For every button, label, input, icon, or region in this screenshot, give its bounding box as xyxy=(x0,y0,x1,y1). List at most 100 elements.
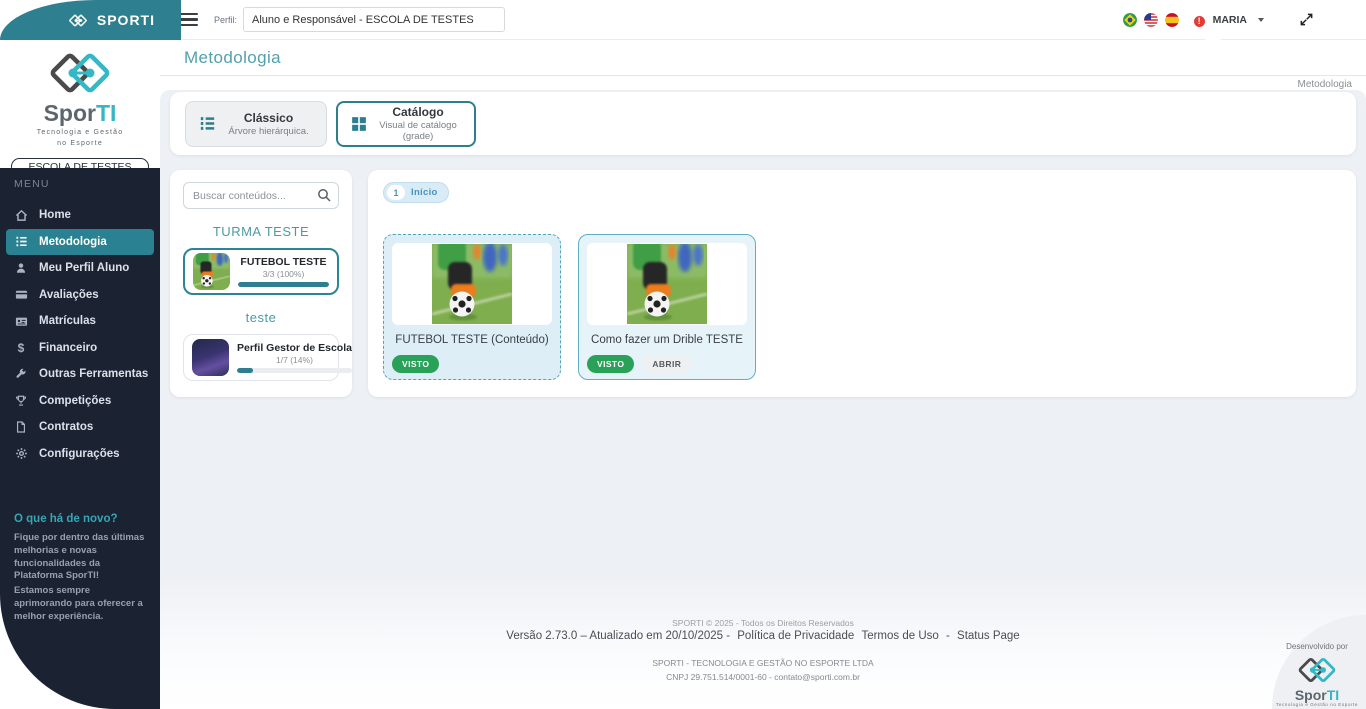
content-thumbnail xyxy=(193,253,230,290)
card-title: Como fazer um Drible TESTE xyxy=(591,334,743,346)
sporti-logo: SporTI Tecnologia e Gestão no Esporte xyxy=(0,46,160,149)
view-mode-title: Catálogo xyxy=(392,105,444,119)
sporti-logo-icon xyxy=(1297,657,1337,683)
whats-new-section: O que há de novo? Fique por dentro das ú… xyxy=(14,513,146,624)
developed-by: Desenvolvido por SporTI Tecnologia e Ges… xyxy=(1274,642,1360,707)
page-title: Metodologia xyxy=(184,47,282,67)
expand-icon[interactable] xyxy=(1299,12,1314,27)
progress-bar xyxy=(237,368,352,373)
grid-icon xyxy=(351,116,367,132)
dollar-icon: $ xyxy=(17,340,25,355)
footer-copyright: SPORTI © 2025 - Todos os Direitos Reserv… xyxy=(672,618,854,628)
menu-section-label: MENU xyxy=(14,178,50,190)
catalog-breadcrumb-chip[interactable]: 1 Início xyxy=(383,182,449,203)
status-badge: VISTO xyxy=(392,355,440,373)
notification-badge[interactable]: ! xyxy=(1192,14,1206,28)
list-icon xyxy=(14,235,28,249)
sidebar: SporTI Tecnologia e Gestão no Esporte ESC… xyxy=(0,0,160,709)
profile-select-input[interactable] xyxy=(243,7,506,32)
sidebar-item-meu-perfil-aluno[interactable]: Meu Perfil Aluno xyxy=(6,255,154,282)
view-mode-classic[interactable]: Clássico Árvore hierárquica. xyxy=(185,100,327,147)
topbar: Perfil: ! MARIA xyxy=(160,0,1366,40)
whats-new-text: Estamos sempre aprimorando para oferecer… xyxy=(14,585,143,622)
content-group-item[interactable]: FUTEBOL TESTE 3/3 (100%) xyxy=(183,248,339,295)
status-page-link[interactable]: Status Page xyxy=(957,630,1020,642)
content-item-progress-text: 3/3 (100%) xyxy=(262,269,305,279)
brand-name: SPORTI xyxy=(96,12,155,28)
privacy-policy-link[interactable]: Política de Privacidade xyxy=(737,630,854,642)
app-window: Clássico Árvore hierárquica. Catálogo Vi… xyxy=(0,0,1366,709)
catalog-card[interactable]: Como fazer um Drible TESTE VISTO ABRIR xyxy=(578,234,756,380)
whats-new-title: O que há de novo? xyxy=(14,513,118,525)
sidebar-item-outras-ferramentas[interactable]: Outras Ferramentas xyxy=(6,361,154,388)
terms-of-use-link[interactable]: Termos de Uso xyxy=(861,630,938,642)
sidebar-item-avaliacoes[interactable]: Avaliações xyxy=(6,282,154,309)
sporti-logo-icon xyxy=(43,46,117,100)
content-thumbnail xyxy=(192,339,229,376)
card-title: FUTEBOL TESTE (Conteúdo) xyxy=(395,334,549,346)
view-mode-subtitle: Árvore hierárquica. xyxy=(228,125,309,137)
user-icon xyxy=(14,261,28,275)
trophy-icon xyxy=(14,394,28,408)
catalog-card[interactable]: FUTEBOL TESTE (Conteúdo) VISTO xyxy=(383,234,561,380)
search-input[interactable] xyxy=(183,182,339,209)
sidebar-item-contratos[interactable]: Contratos xyxy=(6,414,154,441)
sporti-wordmark: SporTI xyxy=(1294,687,1340,703)
content-group-item[interactable]: Perfil Gestor de Escola 1/7 (14%) xyxy=(183,334,352,381)
gear-icon xyxy=(14,447,28,461)
breadcrumb: Metodologia xyxy=(1297,79,1352,90)
footer-separator: - xyxy=(946,630,950,642)
sidebar-item-metodologia[interactable]: Metodologia xyxy=(6,228,154,255)
list-icon xyxy=(199,115,216,132)
sporti-tagline: Tecnologia e Gestão no Esporte xyxy=(1275,702,1359,707)
search-icon xyxy=(317,188,331,202)
group-heading: teste xyxy=(245,310,277,325)
sidebar-item-home[interactable]: Home xyxy=(6,202,154,229)
usa-flag-icon[interactable] xyxy=(1143,12,1158,27)
card-icon xyxy=(14,288,28,302)
brazil-flag-icon[interactable] xyxy=(1122,12,1137,27)
view-mode-bar: Clássico Árvore hierárquica. Catálogo Vi… xyxy=(170,92,1356,155)
page-titlebar: Metodologia xyxy=(160,40,1366,76)
sidebar-item-competicoes[interactable]: Competições xyxy=(6,388,154,415)
document-icon xyxy=(14,420,28,434)
content-canvas: Clássico Árvore hierárquica. Catálogo Vi… xyxy=(160,90,1366,709)
content-item-progress-text: 1/7 (14%) xyxy=(276,355,313,365)
progress-bar xyxy=(238,282,329,287)
view-mode-catalog[interactable]: Catálogo Visual de catálogo (grade) xyxy=(336,100,476,147)
hamburger-menu-icon[interactable] xyxy=(180,10,200,30)
sidebar-item-matriculas[interactable]: Matrículas xyxy=(6,308,154,335)
profile-label: Perfil: xyxy=(214,14,238,25)
view-mode-subtitle: Visual de catálogo (grade) xyxy=(379,120,457,142)
wrench-icon xyxy=(14,367,28,381)
user-name: MARIA xyxy=(1212,13,1247,26)
caret-down-icon xyxy=(1258,17,1264,22)
content-item-title: FUTEBOL TESTE xyxy=(240,256,327,268)
contents-sidebar-panel: TURMA TESTE FUTEBOL TESTE 3/3 (100%) tes… xyxy=(170,170,352,397)
breadcrumb-number: 1 xyxy=(387,185,405,200)
view-mode-title: Clássico xyxy=(243,110,294,125)
whats-new-text: Fique por dentro das últimas melhorias e… xyxy=(14,532,145,582)
footer-company: SPORTI - TECNOLOGIA E GESTÃO NO ESPORTE … xyxy=(652,658,874,668)
sidebar-item-financeiro[interactable]: $ Financeiro xyxy=(6,335,154,362)
home-icon xyxy=(14,208,28,222)
footer-version: Versão 2.73.0 – Atualizado em 20/10/2025… xyxy=(506,630,731,642)
card-image xyxy=(587,243,747,325)
content-item-title: Perfil Gestor de Escola xyxy=(237,342,352,354)
sporti-brand-icon xyxy=(69,14,87,26)
group-heading: TURMA TESTE xyxy=(212,224,310,239)
spain-flag-icon[interactable] xyxy=(1164,12,1179,27)
catalog-panel: 1 Início FUTEBOL TESTE (Conteúdo) VISTO xyxy=(368,170,1356,397)
sporti-wordmark: SporTI xyxy=(43,100,117,126)
sidebar-item-configuracoes[interactable]: Configurações xyxy=(6,441,154,468)
status-badge: VISTO xyxy=(587,355,635,373)
developed-by-label: Desenvolvido por xyxy=(1286,642,1348,651)
footer-cnpj: CNPJ 29.751.514/0001-60 - contato@sporti… xyxy=(666,672,860,682)
breadcrumb-label: Início xyxy=(411,187,438,198)
open-button[interactable]: ABRIR xyxy=(642,355,692,373)
id-card-icon xyxy=(14,314,28,328)
sporti-tagline: Tecnologia e Gestão no Esporte xyxy=(36,129,124,147)
sidebar-menu-area: MENU Home Metodologia Meu Perfil Aluno A… xyxy=(0,168,160,709)
footer: SPORTI © 2025 - Todos os Direitos Reserv… xyxy=(160,618,1366,682)
card-image xyxy=(392,243,552,325)
